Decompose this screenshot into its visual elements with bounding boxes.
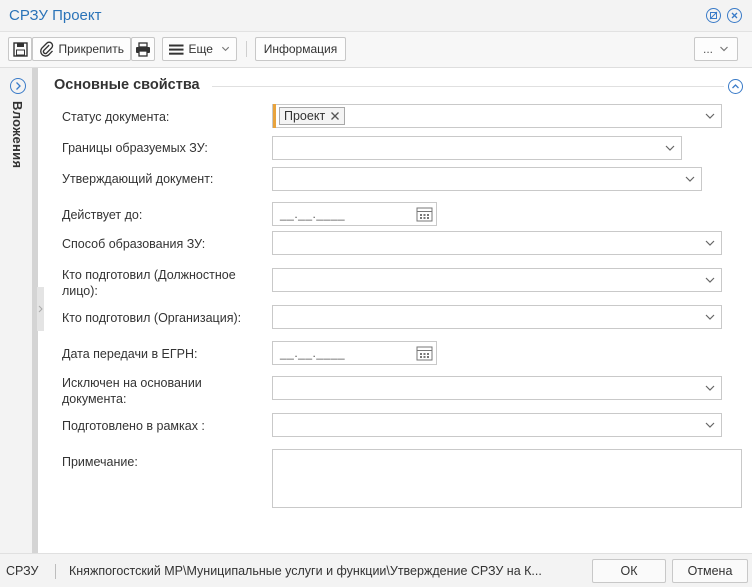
valid-until-date-input[interactable]: __.__.____ bbox=[272, 202, 437, 226]
note-label: Примечание: bbox=[62, 455, 138, 469]
chevron-down-icon bbox=[705, 277, 715, 283]
formation-method-select[interactable] bbox=[272, 231, 722, 255]
collapse-section-icon[interactable] bbox=[728, 79, 743, 94]
info-label: Информация bbox=[263, 42, 338, 56]
status-code: СРЗУ bbox=[6, 564, 39, 578]
valid-until-label: Действует до: bbox=[62, 208, 143, 222]
save-icon bbox=[12, 41, 28, 57]
prepared-within-select[interactable] bbox=[272, 413, 722, 437]
section-title: Основные свойства bbox=[54, 77, 200, 93]
chevron-down-icon bbox=[221, 46, 230, 52]
prepared-by-official-label: Кто подготовил (Должностное лицо): bbox=[62, 268, 236, 298]
formation-method-label: Способ образования ЗУ: bbox=[62, 237, 206, 251]
chevron-down-icon bbox=[705, 422, 715, 428]
cancel-label: Отмена bbox=[687, 564, 733, 578]
printer-icon bbox=[136, 41, 150, 57]
status-divider bbox=[55, 564, 56, 579]
attach-label: Прикрепить bbox=[58, 42, 124, 56]
prepared-by-org-label: Кто подготовил (Организация): bbox=[62, 311, 242, 325]
sidebar-tab-attachments[interactable]: Вложения bbox=[10, 101, 25, 168]
ok-button[interactable]: ОК bbox=[592, 559, 666, 583]
sidebar-resize-handle[interactable] bbox=[37, 287, 44, 331]
more-menu-button[interactable]: Еще bbox=[162, 37, 237, 61]
attachments-sidebar: Вложения bbox=[0, 68, 38, 553]
chevron-down-icon bbox=[705, 385, 715, 391]
more-label: Еще bbox=[188, 42, 213, 56]
section-divider bbox=[212, 86, 724, 87]
tag-marker bbox=[273, 104, 276, 128]
doc-status-label: Статус документа: bbox=[62, 110, 170, 124]
approving-doc-label: Утверждающий документ: bbox=[62, 172, 214, 186]
overflow-label: ... bbox=[702, 42, 713, 56]
status-tag: Проект bbox=[279, 107, 346, 125]
calendar-icon[interactable] bbox=[416, 206, 433, 222]
date-mask: __.__.____ bbox=[280, 346, 346, 360]
ok-label: ОК bbox=[620, 564, 638, 578]
excluded-basis-select[interactable] bbox=[272, 376, 722, 400]
chevron-down-icon bbox=[705, 113, 715, 119]
date-mask: __.__.____ bbox=[280, 207, 346, 221]
approving-doc-select[interactable] bbox=[272, 167, 702, 191]
remove-tag-icon[interactable] bbox=[330, 111, 340, 121]
chevron-down-icon bbox=[720, 46, 728, 52]
chevron-down-icon bbox=[705, 314, 715, 320]
breadcrumb-path: Княжпогостский МР\Муниципальные услуги и… bbox=[69, 564, 542, 578]
excluded-basis-label: Исключен на основании документа: bbox=[62, 376, 202, 406]
prepared-by-official-select[interactable] bbox=[272, 268, 722, 292]
attach-button[interactable]: Прикрепить bbox=[32, 37, 131, 61]
chevron-down-icon bbox=[705, 240, 715, 246]
toolbar: Прикрепить Еще Информация ... bbox=[0, 32, 752, 68]
save-button[interactable] bbox=[8, 37, 32, 61]
window-title: СРЗУ Проект bbox=[9, 7, 102, 24]
close-icon[interactable] bbox=[727, 8, 742, 23]
paperclip-icon bbox=[40, 41, 54, 57]
title-bar: СРЗУ Проект bbox=[0, 0, 752, 32]
overflow-menu-button[interactable]: ... bbox=[694, 37, 738, 61]
calendar-icon[interactable] bbox=[416, 345, 433, 361]
info-button[interactable]: Информация bbox=[255, 37, 346, 61]
egrn-date-label: Дата передачи в ЕГРН: bbox=[62, 347, 198, 361]
prepared-by-org-select[interactable] bbox=[272, 305, 722, 329]
doc-status-select[interactable]: Проект bbox=[272, 104, 722, 128]
note-textarea[interactable] bbox=[272, 449, 742, 508]
status-bar: СРЗУ Княжпогостский МР\Муниципальные усл… bbox=[0, 553, 752, 587]
expand-sidebar-icon[interactable] bbox=[10, 78, 26, 94]
egrn-date-input[interactable]: __.__.____ bbox=[272, 341, 437, 365]
chevron-down-icon bbox=[685, 176, 695, 182]
boundaries-select[interactable] bbox=[272, 136, 682, 160]
print-button[interactable] bbox=[131, 37, 155, 61]
status-tag-text: Проект bbox=[284, 109, 326, 123]
boundaries-label: Границы образуемых ЗУ: bbox=[62, 141, 208, 155]
prepared-within-label: Подготовлено в рамках : bbox=[62, 419, 205, 433]
restore-icon[interactable] bbox=[706, 8, 721, 23]
chevron-down-icon bbox=[665, 145, 675, 151]
hamburger-icon bbox=[169, 44, 184, 55]
cancel-button[interactable]: Отмена bbox=[672, 559, 748, 583]
toolbar-divider bbox=[246, 41, 247, 57]
